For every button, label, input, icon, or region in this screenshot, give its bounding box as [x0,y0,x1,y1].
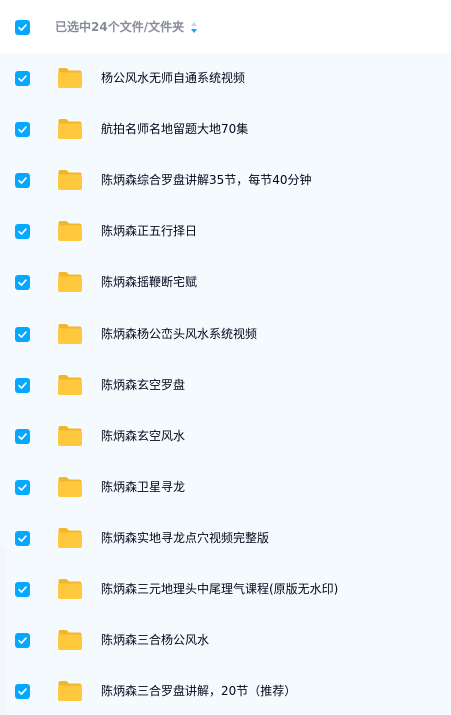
folder-icon [57,629,83,651]
check-icon [18,586,27,593]
file-checkbox[interactable] [15,224,30,240]
file-row[interactable]: 陈炳森玄空罗盘 [0,360,451,411]
file-row[interactable]: 杨公风水无师自通系统视频 [0,53,451,104]
file-checkbox[interactable] [15,377,30,393]
file-checkbox[interactable] [15,684,30,700]
check-icon [18,535,27,542]
file-list: 杨公风水无师自通系统视频 航拍名师名地留题大地70集 陈炳森综合罗盘讲解35节，… [0,53,451,715]
file-row[interactable]: 陈炳森三合罗盘讲解，20节（推荐） [0,666,451,715]
file-row[interactable]: 陈炳森实地寻龙点穴视频完整版 [0,513,451,564]
file-name[interactable]: 陈炳森摇鞭断宅赋 [101,274,197,291]
file-row[interactable]: 航拍名师名地留题大地70集 [0,104,451,155]
folder-icon [57,374,83,396]
file-row[interactable]: 陈炳森卫星寻龙 [0,462,451,513]
check-icon [18,24,27,31]
folder-icon [57,67,83,89]
check-icon [18,228,27,236]
check-icon [18,279,27,287]
check-icon [18,177,27,185]
folder-icon [57,476,83,498]
file-name[interactable]: 航拍名师名地留题大地70集 [101,121,248,138]
file-name[interactable]: 陈炳森玄空风水 [101,428,185,445]
file-name[interactable]: 杨公风水无师自通系统视频 [101,70,245,87]
file-name[interactable]: 陈炳森玄空罗盘 [101,377,185,394]
select-all-checkbox[interactable] [15,20,30,35]
check-icon [18,381,27,389]
folder-icon [57,680,83,702]
file-name[interactable]: 陈炳森卫星寻龙 [101,479,185,496]
folder-icon [57,425,83,447]
check-icon [18,126,27,133]
file-name[interactable]: 陈炳森三合杨公风水 [101,632,209,649]
file-checkbox[interactable] [15,428,30,444]
folder-icon [57,578,83,600]
file-checkbox[interactable] [15,633,30,649]
file-checkbox[interactable] [15,582,30,597]
folder-icon [57,527,83,549]
file-name[interactable]: 陈炳森正五行择日 [101,223,197,240]
file-row[interactable]: 陈炳森玄空风水 [0,411,451,462]
check-icon [18,637,27,644]
file-row[interactable]: 陈炳森杨公峦头风水系统视频 [0,309,451,360]
file-row[interactable]: 陈炳森摇鞭断宅赋 [0,257,451,308]
file-checkbox[interactable] [15,122,30,138]
sort-arrows-icon[interactable] [190,21,198,34]
file-row[interactable]: 陈炳森正五行择日 [0,206,451,257]
selection-count-label: 已选中24个文件/文件夹 [55,20,185,34]
file-checkbox[interactable] [15,479,30,495]
check-icon [18,688,27,696]
selection-header: 已选中24个文件/文件夹 [0,0,451,53]
folder-icon [57,271,83,293]
file-row[interactable]: 陈炳森三元地理头中尾理气课程(原版无水印) [0,564,451,615]
check-icon [18,75,27,82]
check-icon [18,330,27,338]
check-icon [18,484,27,491]
folder-icon [57,169,83,191]
file-name[interactable]: 陈炳森杨公峦头风水系统视频 [101,326,257,343]
file-checkbox[interactable] [15,71,30,86]
folder-icon [57,220,83,242]
left-panel-edge [0,545,6,715]
file-row[interactable]: 陈炳森综合罗盘讲解35节，每节40分钟 [0,155,451,206]
file-selection-page: 已选中24个文件/文件夹 杨公风水无师自通系统视频 航拍名师名地留题大地70集 … [0,0,451,715]
file-checkbox[interactable] [15,530,30,546]
file-checkbox[interactable] [15,173,30,189]
file-name[interactable]: 陈炳森实地寻龙点穴视频完整版 [101,530,269,547]
file-name[interactable]: 陈炳森三合罗盘讲解，20节（推荐） [101,683,296,700]
file-row[interactable]: 陈炳森三合杨公风水 [0,615,451,666]
file-name[interactable]: 陈炳森综合罗盘讲解35节，每节40分钟 [101,172,312,189]
folder-icon [57,118,83,140]
folder-icon [57,323,83,345]
file-name[interactable]: 陈炳森三元地理头中尾理气课程(原版无水印) [101,581,338,598]
check-icon [18,432,27,440]
file-checkbox[interactable] [15,275,30,291]
file-checkbox[interactable] [15,326,30,342]
